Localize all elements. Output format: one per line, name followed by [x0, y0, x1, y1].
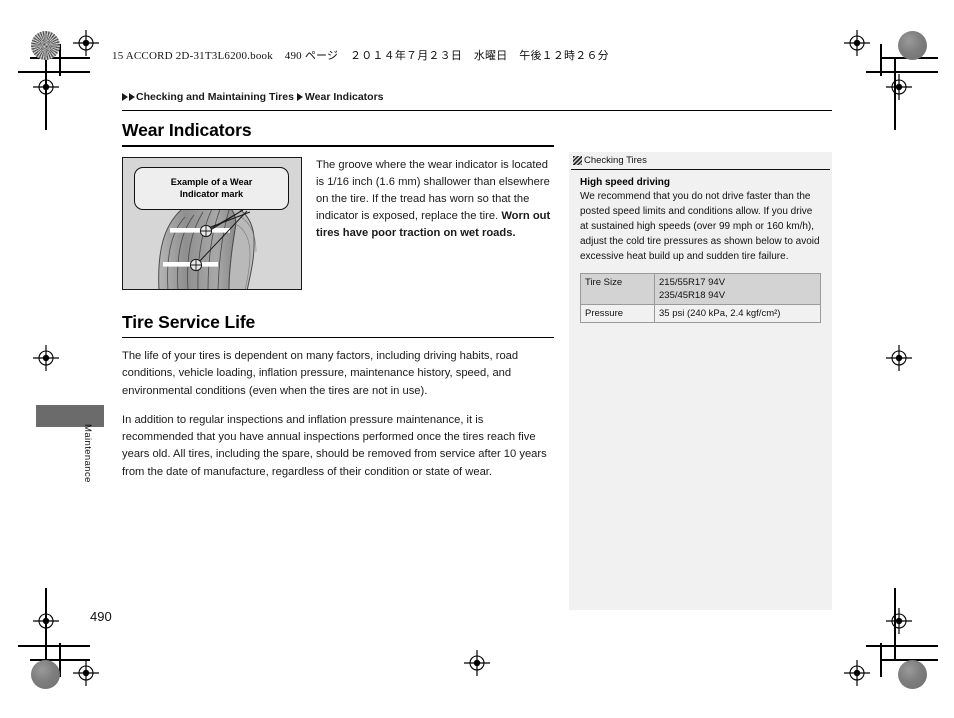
- book-weekday: 水曜日: [473, 49, 508, 62]
- table-row: Tire Size 215/55R17 94V 235/45R18 94V: [580, 272, 821, 306]
- callout-line-2: Indicator mark: [179, 189, 244, 200]
- table-cell-key-pressure: Pressure: [580, 304, 655, 324]
- registration-target-top-right-inner: [886, 74, 912, 100]
- side-panel-paragraph: We recommend that you do not drive faste…: [580, 191, 820, 262]
- table-cell-value-tire-size: 215/55R17 94V 235/45R18 94V: [654, 272, 821, 306]
- triangle-right-icon: [122, 93, 128, 101]
- book-time: 午後１２時２６分: [519, 49, 609, 62]
- halftone-dot-bottom-left: [31, 660, 60, 689]
- main-content-column: Wear Indicators Example of a Wear Indica…: [122, 120, 554, 493]
- side-panel-title: High speed driving: [580, 177, 671, 188]
- page-number: 490: [90, 609, 112, 624]
- header-divider: [122, 110, 832, 111]
- tire-size-value-1: 215/55R17 94V: [659, 277, 726, 288]
- registration-target-top-right-outer: [844, 30, 870, 56]
- wear-indicator-illustration: Example of a Wear Indicator mark: [122, 156, 302, 290]
- tire-pressure-table: Tire Size 215/55R17 94V 235/45R18 94V Pr…: [580, 272, 821, 324]
- book-page-word: ページ: [304, 49, 339, 62]
- side-panel-body: High speed driving We recommend that you…: [569, 170, 832, 324]
- registration-target-top-left-inner: [73, 30, 99, 56]
- book-date: ２０１４年７月２３日: [350, 49, 463, 62]
- table-cell-key-tire-size: Tire Size: [580, 272, 655, 306]
- triangle-right-icon: [129, 93, 135, 101]
- wear-indicators-block: Example of a Wear Indicator mark The gro…: [122, 156, 554, 290]
- halftone-dot-top-left: [31, 31, 60, 60]
- registration-target-bottom-left-inner: [33, 608, 59, 634]
- callout-line-1: Example of a Wear: [170, 176, 253, 187]
- registration-target-bottom-right-inner: [886, 608, 912, 634]
- section-divider: [122, 145, 554, 147]
- triangle-right-icon: [296, 93, 303, 101]
- registration-target-top-left-outer: [33, 74, 59, 100]
- chapter-tab-block: [36, 405, 104, 427]
- halftone-dot-top-right: [898, 31, 927, 60]
- section-title-wear-indicators: Wear Indicators: [122, 120, 252, 140]
- breadcrumb-item-wear-indicators[interactable]: Wear Indicators: [305, 91, 384, 103]
- table-cell-value-pressure: 35 psi (240 kPa, 2.4 kgf/cm²): [654, 304, 821, 324]
- registration-target-bottom-right-outer: [844, 660, 870, 686]
- book-page-marker: 490: [284, 50, 302, 62]
- tire-size-value-2: 235/45R18 94V: [659, 290, 726, 302]
- reference-side-panel: Checking Tires High speed driving We rec…: [569, 152, 832, 610]
- breadcrumb-item-checking-tires[interactable]: Checking and Maintaining Tires: [136, 91, 294, 103]
- illustration-callout-box: Example of a Wear Indicator mark: [134, 166, 289, 210]
- registration-target-right-middle: [886, 345, 912, 371]
- wear-indicators-body: The groove where the wear indicator is l…: [316, 157, 554, 242]
- reference-marker-icon: [573, 156, 582, 165]
- section-divider: [122, 336, 554, 339]
- chapter-tab-label: Maintenance: [82, 424, 93, 483]
- tire-service-life-paragraph-2: In addition to regular inspections and i…: [122, 413, 547, 478]
- halftone-dot-bottom-right: [898, 660, 927, 689]
- registration-target-bottom-center: [464, 650, 490, 676]
- table-row: Pressure 35 psi (240 kPa, 2.4 kgf/cm²): [580, 304, 821, 324]
- breadcrumb: Checking and Maintaining Tires Wear Indi…: [122, 91, 384, 103]
- registration-target-bottom-left-outer: [73, 660, 99, 686]
- tire-service-life-paragraph-1: The life of your tires is dependent on m…: [122, 350, 519, 397]
- book-meta-line: 15 ACCORD 2D-31T3L6200.book 490 ページ ２０１４…: [112, 47, 609, 63]
- side-panel-header: Checking Tires: [571, 152, 830, 170]
- section-title-tire-service-life: Tire Service Life: [122, 311, 256, 332]
- side-panel-reference-label[interactable]: Checking Tires: [584, 155, 647, 166]
- book-filename: 15 ACCORD 2D-31T3L6200.book: [112, 50, 273, 62]
- registration-target-left-middle: [33, 345, 59, 371]
